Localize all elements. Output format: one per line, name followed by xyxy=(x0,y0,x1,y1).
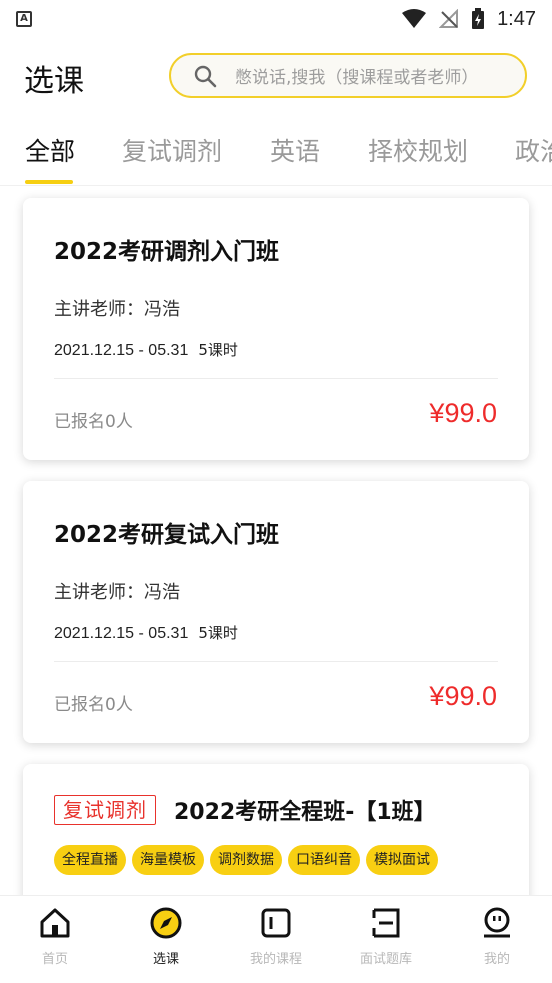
profile-icon xyxy=(484,907,510,938)
home-icon xyxy=(40,908,70,938)
feature-tag: 海量模板 xyxy=(132,845,204,875)
feature-tag: 全程直播 xyxy=(54,845,126,875)
search-icon xyxy=(194,65,217,87)
course-title: 2022考研全程班-【1班】 xyxy=(174,800,436,825)
nav-question-bank[interactable]: 面试题库 xyxy=(336,906,436,967)
course-card[interactable]: 2022考研调剂入门班 主讲老师：冯浩 2021.12.15 - 05.31 5课… xyxy=(23,198,529,460)
enrolled-count: 已报名0人 xyxy=(54,412,133,432)
status-bar: A 1:47 xyxy=(0,0,552,38)
nav-my-courses[interactable]: 我的课程 xyxy=(226,906,326,967)
course-price: ¥99.0 xyxy=(429,398,497,428)
feature-tag: 调剂数据 xyxy=(210,845,282,875)
nav-home[interactable]: 首页 xyxy=(5,906,105,967)
tab-english[interactable]: 英语 xyxy=(270,132,320,168)
course-price: ¥99.0 xyxy=(429,681,497,711)
course-hours: 5课时 xyxy=(198,624,238,642)
card-divider xyxy=(54,378,498,379)
nav-label: 首页 xyxy=(41,952,68,967)
nav-label: 我的 xyxy=(483,952,510,967)
course-teacher: 主讲老师：冯浩 xyxy=(54,582,180,603)
tab-politics[interactable]: 政治 xyxy=(515,132,552,168)
status-indicators: 1:47 xyxy=(401,8,536,31)
wifi-icon xyxy=(402,9,427,28)
status-time: 1:47 xyxy=(497,7,536,30)
course-title: 2022考研复试入门班 xyxy=(54,522,280,548)
category-tag: 复试调剂 xyxy=(54,795,156,825)
course-date: 2021.12.15 - 05.31 xyxy=(54,342,189,359)
course-card[interactable]: 2022考研复试入门班 主讲老师：冯浩 2021.12.15 - 05.31 5课… xyxy=(23,481,529,743)
header: 选课 憋说话,搜我（搜课程或者老师） xyxy=(0,48,552,104)
feature-tag: 口语纠音 xyxy=(288,845,360,875)
nav-label: 选课 xyxy=(152,952,179,967)
course-title: 2022考研调剂入门班 xyxy=(54,239,280,265)
course-teacher: 主讲老师：冯浩 xyxy=(54,299,180,320)
no-signal-icon xyxy=(439,9,459,28)
nav-label: 我的课程 xyxy=(249,952,302,967)
tab-school-planning[interactable]: 择校规划 xyxy=(368,132,468,168)
page-title: 选课 xyxy=(24,64,84,99)
category-tabs: 全部 复试调剂 英语 择校规划 政治 xyxy=(0,126,552,186)
course-icon xyxy=(261,908,291,938)
nav-course-select[interactable]: 选课 xyxy=(116,906,216,967)
enrolled-count: 已报名0人 xyxy=(54,695,133,715)
feature-tags: 全程直播 海量模板 调剂数据 口语纠音 模拟面试 xyxy=(54,845,438,875)
bottom-nav: 首页 选课 我的课程 面试题库 我的 xyxy=(0,895,552,983)
nav-profile[interactable]: 我的 xyxy=(447,906,547,967)
compass-icon xyxy=(150,907,182,939)
course-schedule: 2021.12.15 - 05.31 5课时 xyxy=(54,339,238,360)
feature-tag: 模拟面试 xyxy=(366,845,438,875)
course-header: 复试调剂 2022考研全程班-【1班】 xyxy=(54,794,436,826)
search-placeholder: 憋说话,搜我（搜课程或者老师） xyxy=(235,68,479,88)
course-hours: 5课时 xyxy=(198,341,238,359)
question-bank-icon xyxy=(372,908,400,938)
card-divider xyxy=(54,661,498,662)
nav-label: 面试题库 xyxy=(359,952,412,967)
battery-charging-icon xyxy=(472,8,485,29)
tab-retest-adjust[interactable]: 复试调剂 xyxy=(122,132,222,168)
course-date: 2021.12.15 - 05.31 xyxy=(54,625,189,642)
course-schedule: 2021.12.15 - 05.31 5课时 xyxy=(54,622,238,643)
app-notification-icon: A xyxy=(16,11,32,27)
tab-indicator xyxy=(25,180,73,184)
search-input[interactable]: 憋说话,搜我（搜课程或者老师） xyxy=(169,53,527,98)
tab-all[interactable]: 全部 xyxy=(25,132,75,168)
